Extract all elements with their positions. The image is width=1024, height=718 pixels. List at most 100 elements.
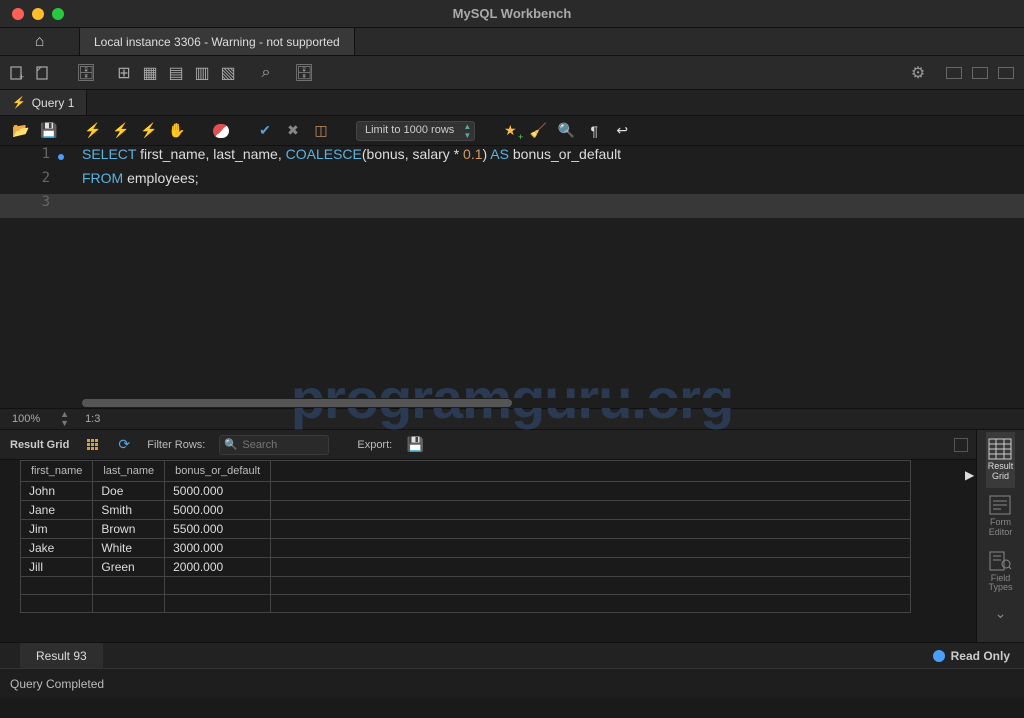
- proc-icon: ▥: [194, 63, 209, 83]
- side-panel-tab[interactable]: Result Grid: [986, 432, 1016, 488]
- side-panel-tab[interactable]: Field Types: [986, 544, 1016, 600]
- query-tab[interactable]: ⚡ Query 1: [0, 90, 87, 115]
- refresh-results-button[interactable]: ⟳: [115, 436, 133, 454]
- table-cell-empty: [271, 520, 911, 539]
- execute-current-button[interactable]: ⚡: [112, 122, 130, 140]
- field-types-icon: [988, 550, 1012, 572]
- save-file-button[interactable]: 💾: [40, 122, 58, 140]
- side-more-button[interactable]: ⌄: [995, 605, 1007, 622]
- toggle-invisible-button[interactable]: ¶: [585, 122, 603, 140]
- toggle-sidebar-left-button[interactable]: [944, 63, 964, 83]
- result-tab-label: Result 93: [36, 649, 87, 663]
- side-collapse-arrow[interactable]: ▶: [965, 468, 974, 482]
- table-cell[interactable]: 5500.000: [165, 520, 271, 539]
- sql-editor[interactable]: 1SELECT first_name, last_name, COALESCE(…: [0, 146, 1024, 408]
- sql-line[interactable]: 1SELECT first_name, last_name, COALESCE(…: [0, 146, 1024, 170]
- table-cell[interactable]: 5000.000: [165, 482, 271, 501]
- minimize-window-button[interactable]: [32, 8, 44, 20]
- scrollbar-thumb[interactable]: [82, 399, 512, 407]
- close-window-button[interactable]: [12, 8, 24, 20]
- toggle-wrap-button[interactable]: ↩: [613, 122, 631, 140]
- whitespace-icon: ◫: [314, 122, 327, 139]
- stop-button[interactable]: ✋: [168, 122, 186, 140]
- toggle-whitespace-button[interactable]: ◫: [312, 122, 330, 140]
- line-number: 1: [0, 146, 58, 162]
- app-title: MySQL Workbench: [453, 6, 572, 21]
- sql-line[interactable]: 3: [0, 194, 1024, 218]
- table-cell[interactable]: 3000.000: [165, 539, 271, 558]
- func-icon: ▧: [220, 63, 235, 83]
- result-tab-bar: Result 93 Read Only: [0, 642, 1024, 668]
- result-grid-icon-button[interactable]: [83, 436, 101, 454]
- table-cell[interactable]: [165, 595, 271, 613]
- table-cell[interactable]: Jim: [21, 520, 93, 539]
- toggle-sidebar-right-button[interactable]: [996, 63, 1016, 83]
- create-function-button[interactable]: ▧: [218, 63, 238, 83]
- table-cell[interactable]: [21, 595, 93, 613]
- table-row[interactable]: [21, 577, 911, 595]
- settings-button[interactable]: ⚙: [908, 63, 928, 83]
- table-cell[interactable]: John: [21, 482, 93, 501]
- export-button[interactable]: 💾: [406, 436, 424, 454]
- table-row[interactable]: JakeWhite3000.000: [21, 539, 911, 558]
- column-header[interactable]: bonus_or_default: [165, 461, 271, 482]
- table-cell[interactable]: [93, 577, 165, 595]
- home-tab[interactable]: ⌂: [0, 28, 80, 55]
- snippets-button[interactable]: ★: [501, 122, 519, 140]
- open-file-button[interactable]: 📂: [12, 122, 30, 140]
- table-cell[interactable]: Smith: [93, 501, 165, 520]
- table-cell[interactable]: Jake: [21, 539, 93, 558]
- rollback-button[interactable]: ✖: [284, 122, 302, 140]
- create-table-button[interactable]: ▦: [140, 63, 160, 83]
- create-schema-button[interactable]: ⊞: [114, 63, 134, 83]
- row-limit-select[interactable]: Limit to 1000 rows ▲▼: [356, 121, 475, 141]
- table-cell-empty: [271, 558, 911, 577]
- new-sql-tab-button[interactable]: +: [8, 63, 28, 83]
- table-cell[interactable]: [21, 577, 93, 595]
- reconnect-button[interactable]: 🗄: [294, 63, 314, 83]
- table-row[interactable]: [21, 595, 911, 613]
- open-sql-file-button[interactable]: [34, 63, 54, 83]
- search-table-data-button[interactable]: ⌕: [256, 63, 276, 83]
- table-cell[interactable]: [165, 577, 271, 595]
- table-cell[interactable]: 5000.000: [165, 501, 271, 520]
- toggle-output-panel-button[interactable]: [970, 63, 990, 83]
- connection-tab[interactable]: Local instance 3306 - Warning - not supp…: [80, 28, 355, 55]
- table-row[interactable]: JimBrown5500.000: [21, 520, 911, 539]
- expand-results-button[interactable]: [954, 438, 968, 452]
- status-bar: Query Completed: [0, 668, 1024, 698]
- sql-line[interactable]: 2FROM employees;: [0, 170, 1024, 194]
- table-row[interactable]: JaneSmith5000.000: [21, 501, 911, 520]
- side-panel-tab[interactable]: Form Editor: [986, 488, 1016, 544]
- table-cell[interactable]: Jill: [21, 558, 93, 577]
- explain-button[interactable]: ⚡: [140, 122, 158, 140]
- column-header[interactable]: first_name: [21, 461, 93, 482]
- zoom-stepper[interactable]: ▲▼: [60, 410, 69, 428]
- table-row[interactable]: JillGreen2000.000: [21, 558, 911, 577]
- result-grid[interactable]: first_namelast_namebonus_or_defaultJohnD…: [0, 460, 976, 642]
- lightning-icon: ⚡: [12, 96, 26, 109]
- execute-button[interactable]: ⚡: [84, 122, 102, 140]
- toggle-autocommit-button[interactable]: [212, 122, 230, 140]
- beautify-button[interactable]: 🧹: [529, 122, 547, 140]
- create-view-button[interactable]: ▤: [166, 63, 186, 83]
- table-cell[interactable]: [93, 595, 165, 613]
- table-row[interactable]: JohnDoe5000.000: [21, 482, 911, 501]
- maximize-window-button[interactable]: [52, 8, 64, 20]
- code-text: SELECT first_name, last_name, COALESCE(b…: [58, 146, 621, 163]
- inspector-button[interactable]: 🗄: [76, 63, 96, 83]
- table-cell[interactable]: 2000.000: [165, 558, 271, 577]
- table-cell[interactable]: Green: [93, 558, 165, 577]
- commit-button[interactable]: ✔: [256, 122, 274, 140]
- result-tab[interactable]: Result 93: [20, 643, 103, 668]
- table-icon: ▦: [142, 63, 157, 83]
- editor-horizontal-scrollbar[interactable]: [0, 398, 1024, 408]
- table-cell[interactable]: White: [93, 539, 165, 558]
- readonly-label: Read Only: [951, 649, 1010, 663]
- find-button[interactable]: 🔍: [557, 122, 575, 140]
- table-cell[interactable]: Jane: [21, 501, 93, 520]
- table-cell[interactable]: Doe: [93, 482, 165, 501]
- create-procedure-button[interactable]: ▥: [192, 63, 212, 83]
- table-cell[interactable]: Brown: [93, 520, 165, 539]
- column-header[interactable]: last_name: [93, 461, 165, 482]
